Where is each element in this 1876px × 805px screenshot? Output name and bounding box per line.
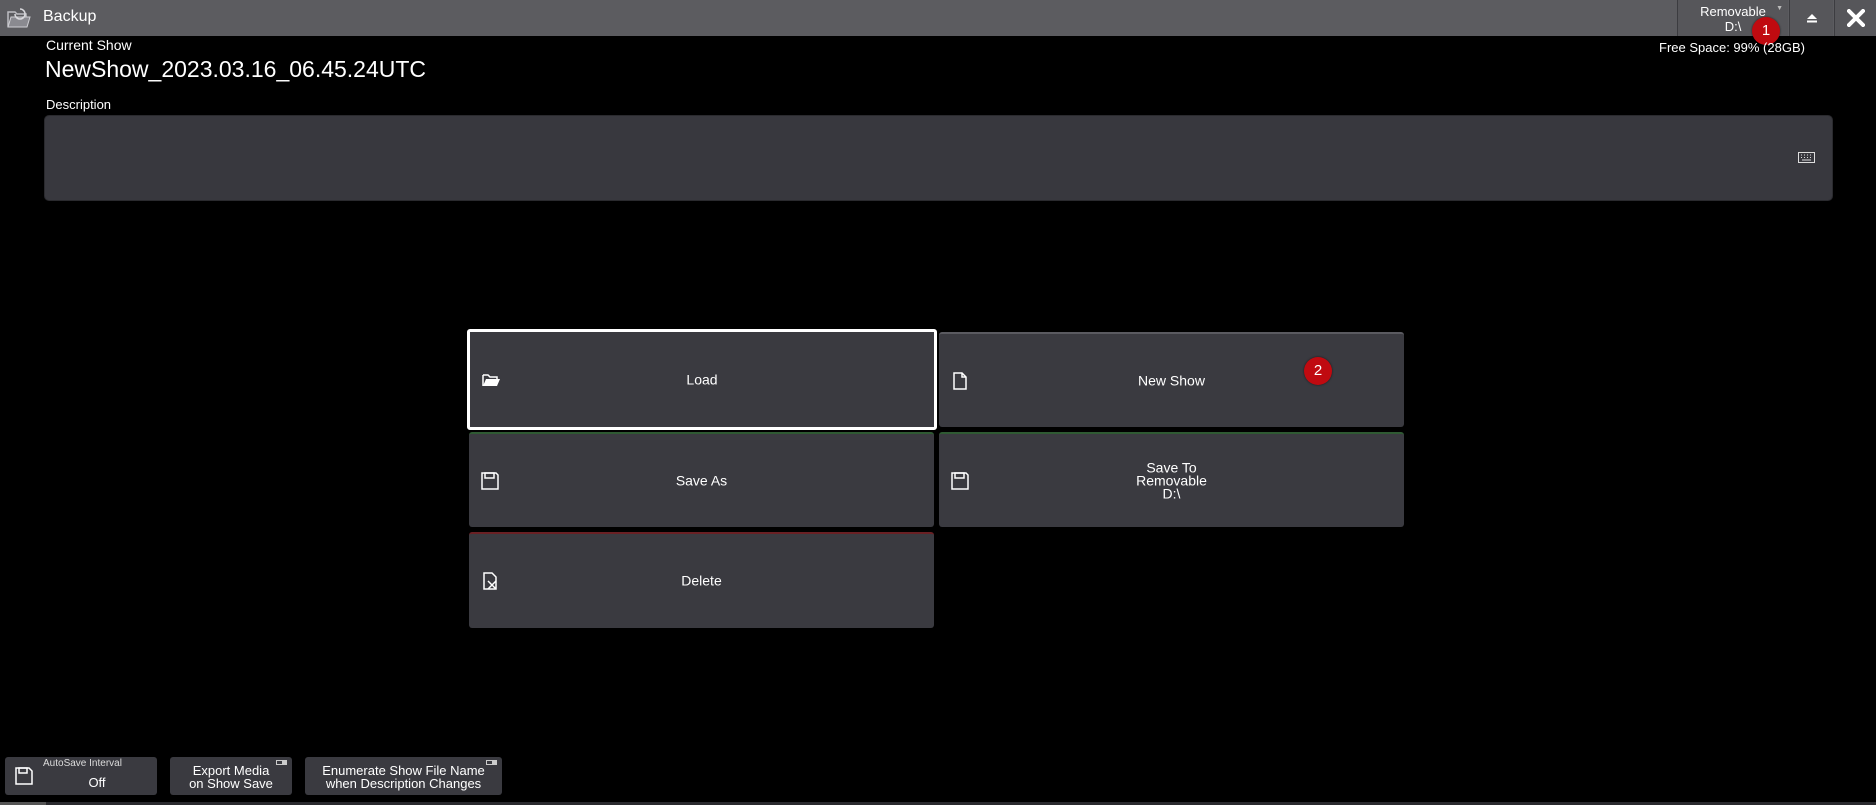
keyboard-icon[interactable] <box>1798 152 1815 163</box>
export-media-label: Export Media on Show Save <box>189 763 273 791</box>
title-bar: Backup ▼ Removable D:\ 1 <box>0 0 1876 45</box>
delete-label: Delete <box>681 572 722 589</box>
new-show-button[interactable]: New Show <box>939 332 1404 427</box>
drive-type: Removable <box>1700 4 1766 19</box>
save-to-label: Save To Removable D:\ <box>1136 459 1207 501</box>
new-show-label: New Show <box>1138 372 1205 388</box>
autosave-interval-button[interactable]: AutoSave Interval Off <box>5 757 157 795</box>
folder-backup-icon <box>7 8 31 28</box>
enumerate-filename-toggle[interactable]: Enumerate Show File Name when Descriptio… <box>305 757 502 795</box>
autosave-caption: AutoSave Interval <box>43 758 122 769</box>
description-input[interactable] <box>44 115 1833 201</box>
free-space-readout: Free Space: 99% (28GB) <box>1659 40 1805 55</box>
save-to-removable-button[interactable]: Save To Removable D:\ <box>939 432 1404 527</box>
load-button[interactable]: Load <box>467 329 937 430</box>
delete-button[interactable]: Delete <box>469 532 934 628</box>
description-label: Description <box>46 97 112 112</box>
dropdown-indicator-icon: ▼ <box>1776 5 1783 12</box>
current-show-label: Current Show <box>46 37 132 53</box>
load-label: Load <box>686 371 718 387</box>
close-icon <box>1847 9 1865 27</box>
export-media-toggle[interactable]: Export Media on Show Save <box>170 757 292 795</box>
eject-button[interactable] <box>1789 0 1833 36</box>
show-name: NewShow_2023.03.16_06.45.24UTC <box>45 56 427 82</box>
eject-icon <box>1806 13 1817 23</box>
save-disk-icon <box>15 767 33 785</box>
window-title: Backup <box>43 8 97 25</box>
enumerate-label: Enumerate Show File Name when Descriptio… <box>322 763 485 791</box>
autosave-value: Off <box>88 775 106 790</box>
marker-badge-2: 2 <box>1304 357 1332 385</box>
save-as-label: Save As <box>675 472 728 488</box>
close-button[interactable] <box>1834 0 1876 36</box>
save-as-button[interactable]: Save As <box>469 432 934 527</box>
